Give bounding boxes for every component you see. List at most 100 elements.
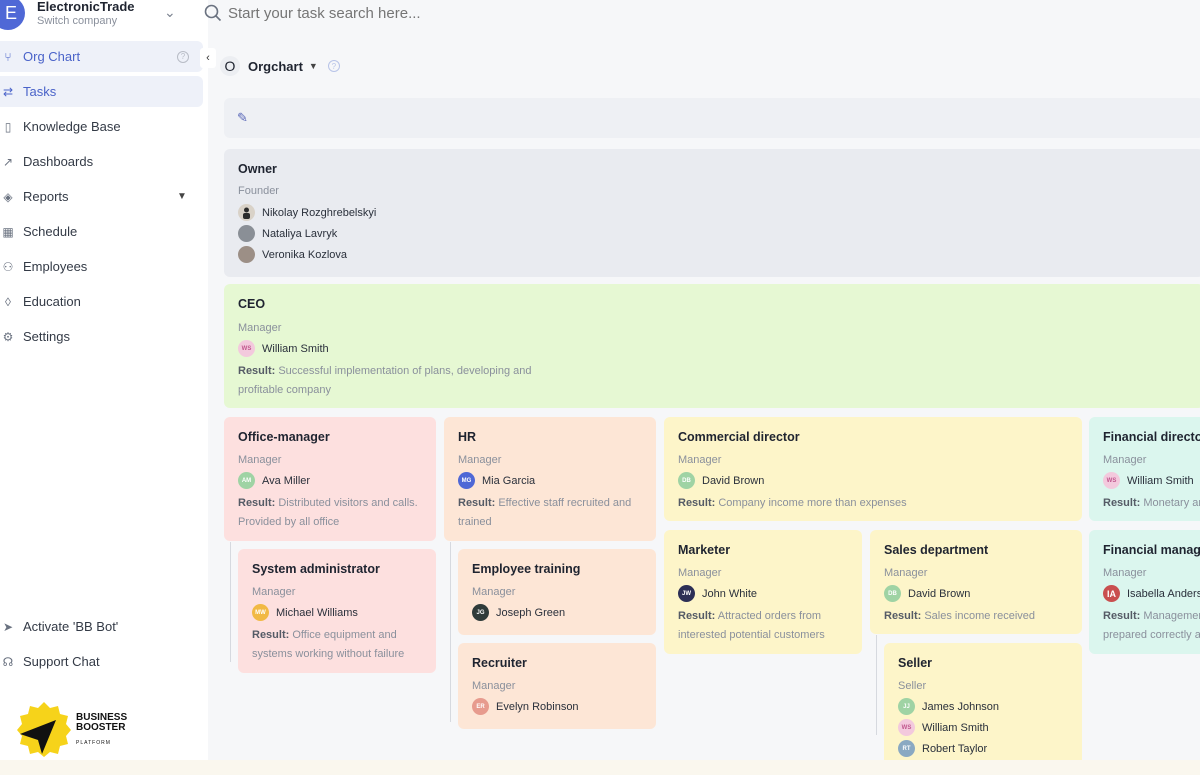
chevron-down-icon[interactable]: ▼ xyxy=(177,191,187,202)
card-result: Result: Office equipment and systems work… xyxy=(252,629,405,660)
sales-department-card[interactable]: Sales department Manager DB David Brown … xyxy=(870,530,1082,634)
company-switcher[interactable]: E ElectronicTrade Switch company ⌄ xyxy=(0,0,208,34)
seller-card[interactable]: Seller Seller JJ James Johnson WS Willia… xyxy=(884,643,1082,767)
card-role: Manager xyxy=(1103,567,1147,579)
sidebar-item-label: Support Chat xyxy=(23,654,100,669)
sidebar-item-label: Education xyxy=(23,294,81,309)
orgchart-avatar: O xyxy=(220,56,240,76)
graduation-cap-icon: ◊ xyxy=(5,294,11,309)
financial-manager-card[interactable]: Financial manager Manager IA Isabella An… xyxy=(1089,530,1200,654)
help-icon[interactable]: ? xyxy=(327,60,340,72)
card-result: Result: Company income more than expense… xyxy=(678,497,907,509)
headphones-icon: ☊ xyxy=(2,654,14,669)
person-row[interactable]: JJ James Johnson xyxy=(898,698,999,715)
page-title[interactable]: Orgchart xyxy=(248,59,303,74)
person-row[interactable]: DB David Brown xyxy=(884,585,970,602)
avatar: RT xyxy=(898,740,915,757)
marketer-card[interactable]: Marketer Manager JW John White Result: A… xyxy=(664,530,862,654)
sidebar-item-settings[interactable]: ⚙ Settings xyxy=(0,321,203,352)
sidebar-item-label: Knowledge Base xyxy=(23,119,121,134)
avatar: IA xyxy=(1103,585,1120,602)
sidebar-item-education[interactable]: ◊ Education xyxy=(0,286,203,317)
sidebar-item-label: Settings xyxy=(23,329,70,344)
avatar xyxy=(238,225,255,242)
recruiter-card[interactable]: Recruiter Manager ER Evelyn Robinson xyxy=(458,643,656,729)
card-result: Result: Monetary and xyxy=(1103,497,1200,509)
orgchart-toolbar: ✎ xyxy=(224,98,1200,138)
avatar: JJ xyxy=(898,698,915,715)
chevron-down-icon[interactable]: ⌄ xyxy=(164,4,176,21)
employee-training-card[interactable]: Employee training Manager JG Joseph Gree… xyxy=(458,549,656,635)
person-row[interactable]: Nataliya Lavryk xyxy=(238,225,337,242)
logo-subtext: PLATFORM xyxy=(76,740,111,746)
ceo-card[interactable]: CEO Manager WS William Smith Result: Suc… xyxy=(224,284,1200,408)
card-result: Result: Effective staff recruited and tra… xyxy=(458,497,632,528)
card-title: System administrator xyxy=(252,562,380,576)
activate-bot-link[interactable]: ➤ Activate 'BB Bot' xyxy=(0,611,203,642)
tree-connector xyxy=(450,542,451,722)
pencil-icon[interactable]: ✎ xyxy=(237,110,248,126)
person-name: Nataliya Lavryk xyxy=(262,227,338,240)
card-title: Financial manager xyxy=(1103,543,1200,557)
system-administrator-card[interactable]: System administrator Manager MW Michael … xyxy=(238,549,436,673)
task-search xyxy=(204,4,628,22)
person-row[interactable]: AM Ava Miller xyxy=(238,472,310,489)
hr-card[interactable]: HR Manager MG Mia Garcia Result: Effecti… xyxy=(444,417,656,541)
sidebar-item-label: Reports xyxy=(23,189,69,204)
person-name: Evelyn Robinson xyxy=(496,700,579,713)
avatar: JW xyxy=(678,585,695,602)
sidebar-item-reports[interactable]: ◈ Reports ▼ xyxy=(0,181,203,212)
financial-director-card[interactable]: Financial director Manager WS William Sm… xyxy=(1089,417,1200,521)
layers-icon: ◈ xyxy=(3,189,13,204)
person-name: Veronika Kozlova xyxy=(262,248,347,261)
avatar: MW xyxy=(252,604,269,621)
sidebar-item-label: Employees xyxy=(23,259,88,274)
sidebar-item-dashboards[interactable]: ↗ Dashboards xyxy=(0,146,203,177)
card-result: Result: Managementprepared correctly and xyxy=(1103,610,1200,641)
avatar: AM xyxy=(238,472,255,489)
person-row[interactable]: WS William Smith xyxy=(238,340,329,357)
card-title: HR xyxy=(458,430,477,444)
avatar: WS xyxy=(1103,472,1120,489)
sidebar-item-knowledge-base[interactable]: ▯ Knowledge Base xyxy=(0,111,203,142)
sidebar-item-tasks[interactable]: ⇄ Tasks xyxy=(0,76,203,107)
avatar: ER xyxy=(472,698,489,715)
help-icon[interactable]: ? xyxy=(177,50,189,63)
card-role: Manager xyxy=(678,454,722,466)
person-row[interactable]: Nikolay Rozghrebelskyi xyxy=(238,204,376,221)
card-role: Manager xyxy=(252,586,296,598)
person-row[interactable]: Veronika Kozlova xyxy=(238,246,347,263)
card-title: Marketer xyxy=(678,543,731,557)
card-role: Manager xyxy=(472,680,516,692)
person-row[interactable]: JW John White xyxy=(678,585,757,602)
person-row[interactable]: WS William Smith xyxy=(1103,472,1194,489)
sidebar-item-label: Dashboards xyxy=(23,154,94,169)
commercial-director-card[interactable]: Commercial director Manager DB David Bro… xyxy=(664,417,1082,521)
sidebar-item-employees[interactable]: ⚇ Employees xyxy=(0,251,203,282)
person-row[interactable]: DB David Brown xyxy=(678,472,764,489)
tree-connector xyxy=(230,542,231,662)
avatar xyxy=(238,204,255,221)
person-row[interactable]: ER Evelyn Robinson xyxy=(472,698,579,715)
owner-card[interactable]: Owner Founder Nikolay Rozghrebelskyi Nat… xyxy=(224,149,1200,277)
person-row[interactable]: MG Mia Garcia xyxy=(458,472,535,489)
chevron-down-icon[interactable]: ▼ xyxy=(309,61,318,71)
person-row[interactable]: RT Robert Taylor xyxy=(898,740,987,757)
logo-mark-icon xyxy=(17,702,71,757)
person-row[interactable]: IA Isabella Anderson xyxy=(1103,585,1200,602)
person-row[interactable]: MW Michael Williams xyxy=(252,604,358,621)
office-manager-card[interactable]: Office-manager Manager AM Ava Miller Res… xyxy=(224,417,436,541)
card-title: Seller xyxy=(898,656,933,670)
card-result: Result: Attracted orders from interested … xyxy=(678,610,825,641)
search-input[interactable] xyxy=(228,4,628,22)
person-row[interactable]: WS William Smith xyxy=(898,719,989,736)
person-row[interactable]: JG Joseph Green xyxy=(472,604,565,621)
avatar xyxy=(238,246,255,263)
collapse-sidebar-button[interactable]: ‹ xyxy=(200,48,216,68)
sidebar-item-schedule[interactable]: ▦ Schedule xyxy=(0,216,203,247)
card-result: Result: Successful implementation of pla… xyxy=(238,365,532,396)
sidebar-item-org-chart[interactable]: ⑂ Org Chart ? xyxy=(0,41,203,72)
card-role: Manager xyxy=(238,454,282,466)
support-chat-link[interactable]: ☊ Support Chat xyxy=(0,646,203,677)
card-title: Owner xyxy=(238,162,277,176)
